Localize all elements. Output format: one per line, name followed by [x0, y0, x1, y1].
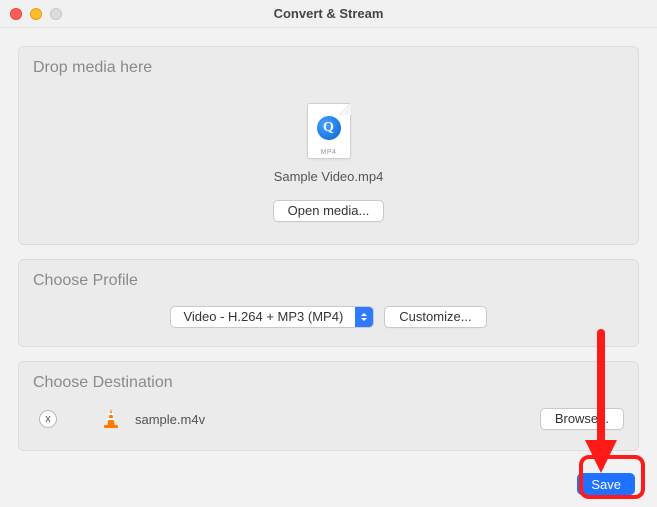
- close-window-icon[interactable]: [10, 8, 22, 20]
- minimize-window-icon[interactable]: [30, 8, 42, 20]
- traffic-lights: [0, 8, 62, 20]
- choose-profile-title: Choose Profile: [33, 272, 624, 290]
- window-body: Drop media here Q MP4 Sample Video.mp4 O…: [0, 28, 657, 507]
- browse-destination-button[interactable]: Browse...: [540, 408, 624, 430]
- choose-profile-section: Choose Profile Video - H.264 + MP3 (MP4)…: [18, 259, 639, 347]
- customize-profile-button[interactable]: Customize...: [384, 306, 486, 328]
- remove-destination-button[interactable]: x: [39, 410, 57, 428]
- drop-media-title: Drop media here: [33, 59, 624, 77]
- titlebar: Convert & Stream: [0, 0, 657, 28]
- drop-area[interactable]: Q MP4 Sample Video.mp4 Open media...: [33, 85, 624, 226]
- footer: Save: [18, 465, 639, 495]
- destination-file-name: sample.m4v: [135, 412, 526, 427]
- vlc-cone-icon: [101, 408, 121, 430]
- window-title: Convert & Stream: [0, 6, 657, 21]
- media-file-name: Sample Video.mp4: [33, 169, 624, 184]
- zoom-window-icon: [50, 8, 62, 20]
- profile-select[interactable]: Video - H.264 + MP3 (MP4): [170, 306, 374, 328]
- file-ext-badge: MP4: [308, 149, 350, 156]
- save-button[interactable]: Save: [577, 473, 635, 495]
- media-file-icon: Q MP4: [307, 103, 351, 159]
- drop-media-section: Drop media here Q MP4 Sample Video.mp4 O…: [18, 46, 639, 245]
- choose-destination-section: Choose Destination x sample.m4v Browse..…: [18, 361, 639, 451]
- quicktime-icon: Q: [323, 121, 334, 135]
- updown-arrows-icon: [355, 307, 373, 327]
- choose-destination-title: Choose Destination: [33, 374, 624, 392]
- profile-select-value: Video - H.264 + MP3 (MP4): [171, 307, 355, 327]
- open-media-button[interactable]: Open media...: [273, 200, 385, 222]
